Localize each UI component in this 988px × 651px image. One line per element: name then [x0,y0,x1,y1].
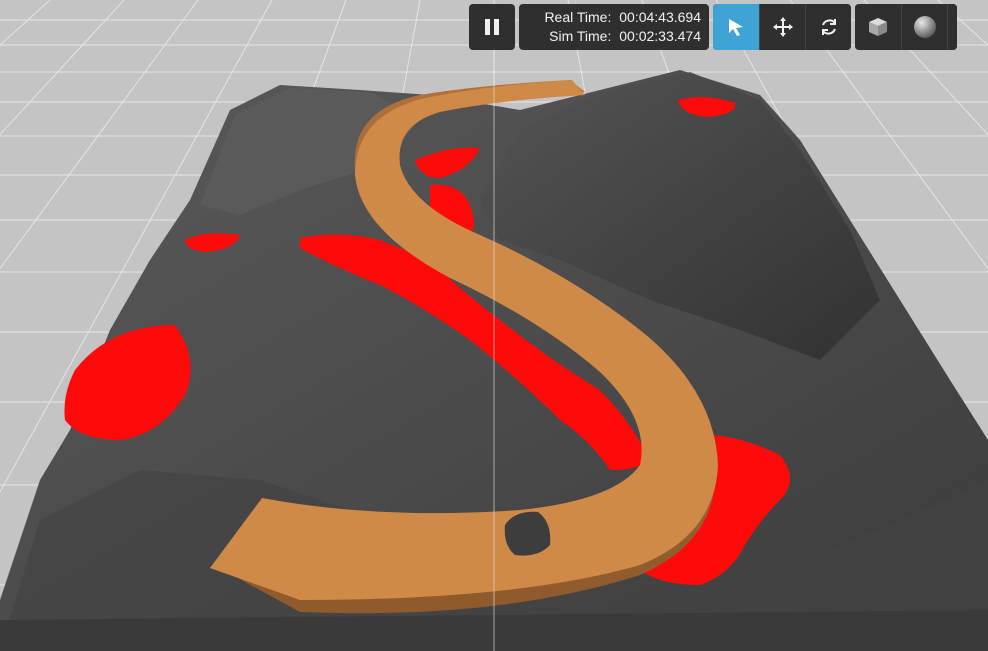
sim-time-value: 00:02:33.474 [619,28,701,44]
cube-icon [869,18,887,36]
sphere-icon [913,16,936,38]
pause-button[interactable] [469,4,515,50]
time-readout: Real Time: 00:04:43.694 Sim Time: 00:02:… [519,4,709,50]
pause-icon [485,19,499,35]
real-time-label: Real Time: [544,9,612,25]
cursor-arrow-icon [729,19,743,36]
sim-time-label: Sim Time: [549,28,612,44]
sphere-shape-button[interactable] [901,4,947,50]
rotate-mode-button[interactable] [805,4,851,50]
sim-toolbar: Real Time: 00:04:43.694 Sim Time: 00:02:… [469,4,957,50]
mode-button-group [713,4,851,50]
move-arrows-icon [772,17,793,37]
select-mode-button[interactable] [713,4,759,50]
rotate-arrows-icon [821,19,836,35]
translate-mode-button[interactable] [759,4,805,50]
real-time-value: 00:04:43.694 [619,9,701,25]
cylinder-shape-button[interactable] [947,4,957,50]
box-shape-button[interactable] [855,4,901,50]
3d-viewport[interactable] [0,0,988,651]
shape-button-group [855,4,957,50]
robot-puck[interactable] [504,511,551,556]
